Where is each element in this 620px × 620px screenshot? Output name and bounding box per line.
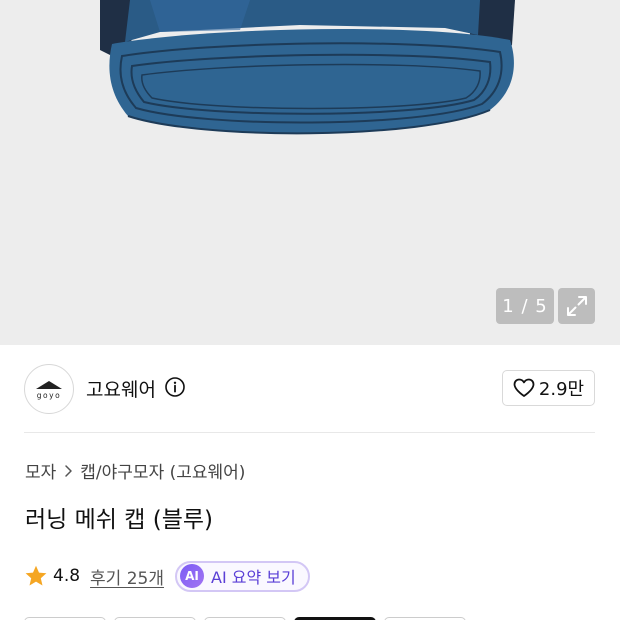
brand-logo-mark: goyo (36, 381, 62, 400)
info-icon[interactable] (164, 376, 186, 398)
rating-row: 4.8 후기 25개 AI AI 요약 보기 (24, 560, 310, 592)
brand-logo-text: goyo (37, 391, 61, 400)
breadcrumb-item-hats[interactable]: 모자 (25, 458, 56, 483)
product-gallery[interactable]: 1 / 5 (0, 0, 620, 345)
image-page-counter: 1 / 5 (496, 288, 554, 324)
like-count: 2.9만 (538, 379, 585, 400)
brand-name[interactable]: 고요웨어 (86, 375, 156, 402)
chevron-right-icon (65, 464, 73, 477)
breadcrumb: 모자 캡/야구모자 (고요웨어) (25, 458, 245, 483)
rating-value: 4.8 (53, 566, 81, 586)
breadcrumb-item-caps[interactable]: 캡/야구모자 (고요웨어) (80, 458, 245, 483)
product-title: 러닝 메쉬 캡 (블루) (25, 507, 213, 533)
expand-button[interactable] (558, 288, 595, 324)
star-icon (25, 565, 47, 586)
heart-icon (513, 378, 535, 397)
review-count-link[interactable]: 후기 25개 (90, 564, 164, 589)
ai-badge-icon: AI (180, 564, 205, 588)
ai-summary-button[interactable]: AI AI 요약 보기 (175, 560, 310, 592)
ai-summary-label: AI 요약 보기 (211, 568, 296, 587)
brand-row: goyo 고요웨어 2.9만 (0, 345, 620, 433)
like-button[interactable]: 2.9만 (502, 370, 595, 406)
divider (24, 432, 595, 433)
expand-icon (566, 296, 587, 316)
brand-logo[interactable]: goyo (24, 364, 74, 414)
